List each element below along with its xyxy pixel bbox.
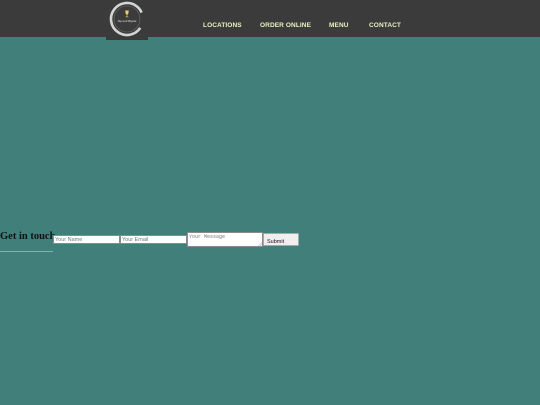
heading-underline	[0, 251, 53, 252]
message-field[interactable]	[187, 232, 263, 247]
submit-button[interactable]: Submit	[263, 233, 299, 246]
nav-link-contact[interactable]: CONTACT	[369, 22, 401, 29]
nav-link-order-online[interactable]: ORDER ONLINE	[260, 22, 311, 29]
nav-link-menu[interactable]: MENU	[329, 22, 349, 29]
email-field[interactable]	[120, 235, 187, 244]
logo-ring-icon: Sip and Bigsta	[109, 1, 145, 37]
contact-heading: Get in touch	[0, 231, 56, 242]
site-logo[interactable]: Sip and Bigsta	[106, 0, 148, 40]
top-navigation-bar	[0, 0, 540, 37]
name-field[interactable]	[53, 235, 120, 244]
logo-wordmark: Sip and Bigsta	[118, 19, 137, 23]
nav-link-locations[interactable]: LOCATIONS	[203, 22, 242, 29]
